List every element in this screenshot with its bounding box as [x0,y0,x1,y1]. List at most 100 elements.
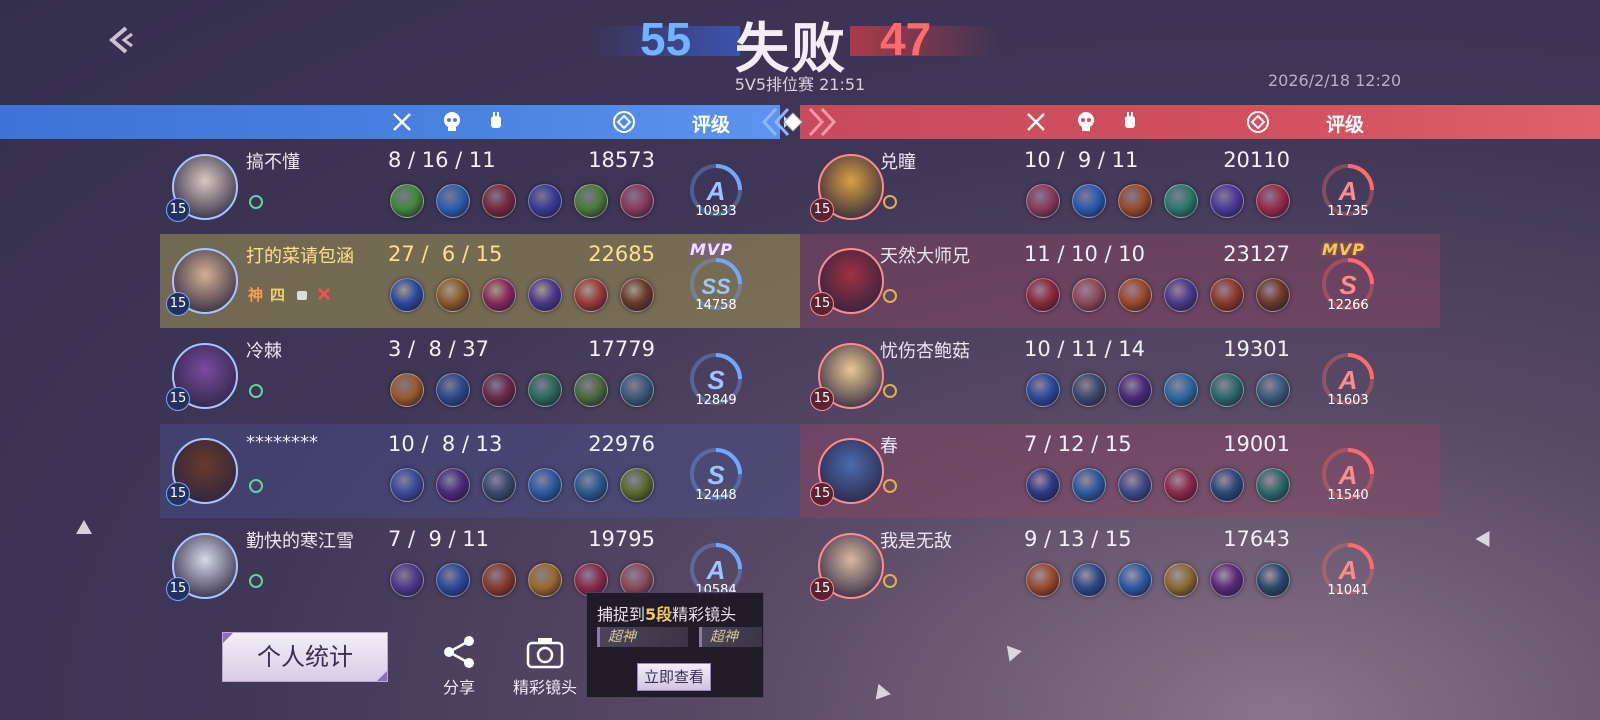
equipment-item-icon[interactable] [574,468,608,502]
equipment-item-icon[interactable] [390,563,424,597]
view-now-button[interactable]: 立即查看 [637,663,711,691]
equipment-item-icon[interactable] [528,184,562,218]
equipment-item-icon[interactable] [1072,278,1106,312]
equipment-item-icon[interactable] [482,468,516,502]
equipment-item-icon[interactable] [620,278,654,312]
equipment-item-icon[interactable] [1026,563,1060,597]
player-name[interactable]: 勤快的寒江雪 [246,527,354,553]
hand-badge-icon [294,286,310,302]
back-button[interactable] [100,20,140,60]
damage-coin-icon-red [1246,110,1270,134]
equipment-item-icon[interactable] [620,184,654,218]
rank-letter: SS [701,274,731,299]
equipment-item-icon[interactable] [436,468,470,502]
equipment-item-icon[interactable] [1164,563,1198,597]
equipment-item-icon[interactable] [1118,468,1152,502]
equipment-item-icon[interactable] [1256,468,1290,502]
popup-title: 捕捉到5段精彩镜头 [597,605,737,624]
equipment-item-icon[interactable] [1256,184,1290,218]
equipment-item-icon[interactable] [436,563,470,597]
equipment-item-icon[interactable] [1026,184,1060,218]
share-button[interactable]: 分享 [424,634,494,698]
equipment-item-icon[interactable] [390,184,424,218]
equipment-item-icon[interactable] [1026,373,1060,407]
equipment-item-icon[interactable] [436,184,470,218]
equipment-item-icon[interactable] [1256,563,1290,597]
title-badge-icon [882,194,898,210]
blue-player-row[interactable]: 15 搞不懂 8 / 16 / 11 18573 A 10933 [160,140,800,234]
title-badge-icon [882,288,898,304]
player-name[interactable]: 我是无敌 [880,527,952,553]
equipment-item-icon[interactable] [1118,184,1152,218]
equipment-item-icon[interactable] [482,278,516,312]
blue-player-row[interactable]: 15 冷棘 3 / 8 / 37 17779 S 12849 [160,329,800,423]
equipment-item-icon[interactable] [1210,373,1244,407]
equipment-item-icon[interactable] [528,278,562,312]
player-name[interactable]: ******** [246,432,318,453]
player-name[interactable]: 冷棘 [246,337,282,363]
equipment-item-icon[interactable] [574,278,608,312]
equipment-item-icon[interactable] [1164,373,1198,407]
equipment-item-icon[interactable] [620,468,654,502]
blue-player-row[interactable]: 15 ******** 10 / 8 / 13 22976 S 12448 [160,424,800,518]
red-player-row[interactable]: 15 兑瞳 10 / 9 / 11 20110 A 11735 [800,140,1440,234]
player-name[interactable]: 兑瞳 [880,148,916,174]
rank-letter: A [1338,460,1358,490]
personal-stats-button[interactable]: 个人统计 [222,632,388,682]
kda-stat: 11 / 10 / 10 [1024,242,1146,266]
red-player-row[interactable]: 15 天然大师兄 11 / 10 / 10 23127 S 12266 MVP [800,234,1440,328]
highlight-clip-2[interactable]: 超神 [699,627,762,647]
player-name[interactable]: 春 [880,432,898,458]
equipment-item-icon[interactable] [390,278,424,312]
equipment-item-icon[interactable] [528,468,562,502]
player-name[interactable]: 天然大师兄 [880,242,970,268]
center-chevrons [761,107,837,137]
equipment-item-icon[interactable] [1256,373,1290,407]
equipment-item-icon[interactable] [1026,278,1060,312]
equipment-item-icon[interactable] [1072,373,1106,407]
player-name[interactable]: 搞不懂 [246,148,300,174]
equipment-item-icon[interactable] [436,373,470,407]
equipment-item-icon[interactable] [1256,278,1290,312]
equipment-item-icon[interactable] [482,563,516,597]
equipment-item-icon[interactable] [1210,184,1244,218]
equipment-item-icon[interactable] [1164,278,1198,312]
player-name[interactable]: 打的菜请包涵 [246,242,354,268]
equipment-item-icon[interactable] [528,563,562,597]
player-name[interactable]: 忧伤杏鲍菇 [880,337,970,363]
equipment-item-icon[interactable] [1026,468,1060,502]
equipment-item-icon[interactable] [1210,278,1244,312]
equipment-item-icon[interactable] [390,373,424,407]
damage-stat: 18573 [588,148,655,172]
equipment-item-icon[interactable] [482,373,516,407]
blue-player-row[interactable]: 15 打的菜请包涵神四 27 / 6 / 15 22685 SS 14758 MVP [160,234,800,328]
hero-level-badge: 15 [810,387,834,411]
equipment-item-icon[interactable] [1118,563,1152,597]
kda-stat: 10 / 11 / 14 [1024,337,1146,361]
highlight-clip-1[interactable]: 超神 [597,627,688,647]
equipment-item-icon[interactable] [1210,468,1244,502]
equipment-item-icon[interactable] [1210,563,1244,597]
decor-shard [1002,645,1022,665]
equipment-item-icon[interactable] [620,373,654,407]
equipment-item-icon[interactable] [574,184,608,218]
equipment-item-icon[interactable] [574,373,608,407]
red-player-row[interactable]: 15 忧伤杏鲍菇 10 / 11 / 14 19301 A 11603 [800,329,1440,423]
equipment-item-icon[interactable] [390,468,424,502]
equipment-item-icon[interactable] [1072,468,1106,502]
equipment-item-icon[interactable] [436,278,470,312]
equipment-item-icon[interactable] [1118,373,1152,407]
red-rating-label: 评级 [1326,114,1365,136]
equipment-item-icon[interactable] [482,184,516,218]
equipment-item-icon[interactable] [528,373,562,407]
equipment-item-icon[interactable] [1164,468,1198,502]
equipment-item-icon[interactable] [1072,184,1106,218]
equipment-item-icon[interactable] [1118,278,1152,312]
damage-stat: 23127 [1223,242,1290,266]
red-team-header-bar [800,105,1600,139]
equipment-item-icon[interactable] [1164,184,1198,218]
red-player-row[interactable]: 15 我是无敌 9 / 13 / 15 17643 A 11041 [800,519,1440,613]
equipment-item-icon[interactable] [1072,563,1106,597]
highlight-button[interactable]: 精彩镜头 [500,634,590,698]
red-player-row[interactable]: 15 春 7 / 12 / 15 19001 A 11540 [800,424,1440,518]
